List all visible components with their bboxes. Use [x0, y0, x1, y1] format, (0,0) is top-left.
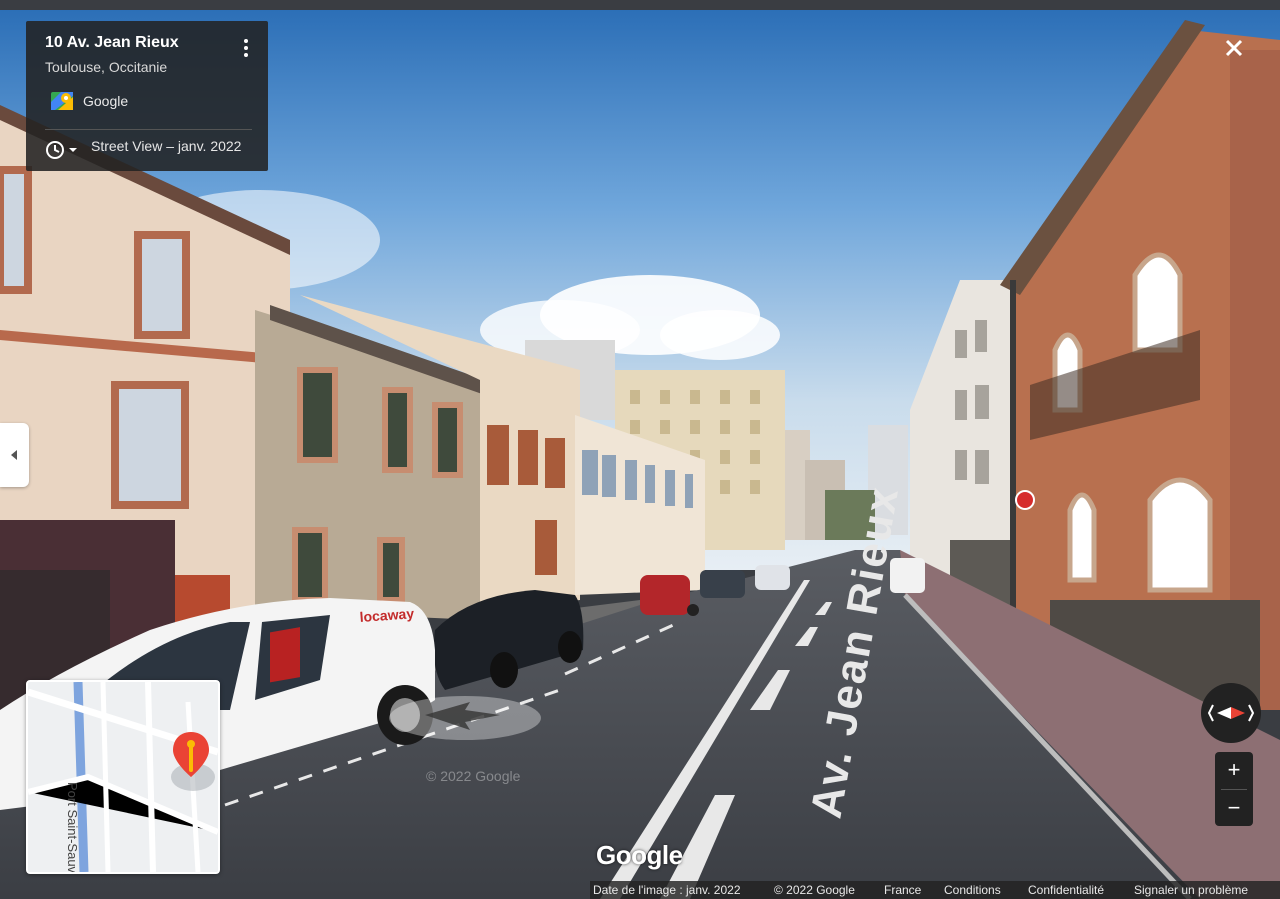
minimap[interactable]: Port Saint-Sauveur	[26, 680, 220, 874]
collapse-panel-button[interactable]	[0, 423, 29, 487]
zoom-controls: + −	[1215, 752, 1253, 826]
attribution-bar: Date de l'image : janv. 2022 © 2022 Goog…	[590, 881, 1280, 899]
google-logo: Google	[596, 840, 683, 870]
card-divider	[45, 129, 252, 130]
chevron-left-icon	[11, 450, 17, 460]
zoom-out-button[interactable]: −	[1215, 790, 1253, 826]
image-watermark: © 2022 Google	[426, 768, 521, 784]
compass-control[interactable]	[1201, 683, 1261, 743]
terms-link[interactable]: Conditions	[944, 881, 1001, 899]
address-title: 10 Av. Jean Rieux	[45, 34, 179, 51]
more-options-icon[interactable]	[240, 37, 252, 61]
minimap-street-label: Port Saint-Sauveur	[65, 782, 80, 874]
city-subtitle: Toulouse, Occitanie	[45, 59, 168, 75]
compass-icon	[1207, 704, 1255, 722]
zoom-in-button[interactable]: +	[1215, 752, 1253, 788]
privacy-link[interactable]: Confidentialité	[1028, 881, 1104, 899]
country-link[interactable]: France	[884, 881, 921, 899]
history-icon[interactable]	[45, 139, 81, 161]
location-info-card: 10 Av. Jean Rieux Toulouse, Occitanie Go…	[26, 21, 268, 171]
navigation-arrow[interactable]	[389, 696, 541, 740]
close-icon[interactable]	[1218, 32, 1250, 64]
minimap-graphic	[28, 682, 218, 872]
street-view-date[interactable]: Street View – janv. 2022	[91, 138, 241, 154]
report-problem-link[interactable]: Signaler un problème	[1134, 881, 1248, 899]
google-maps-icon[interactable]	[50, 89, 74, 113]
copyright-label: © 2022 Google	[774, 883, 855, 897]
image-date-label: Date de l'image : janv. 2022	[593, 883, 741, 897]
provider-link[interactable]: Google	[83, 93, 128, 109]
